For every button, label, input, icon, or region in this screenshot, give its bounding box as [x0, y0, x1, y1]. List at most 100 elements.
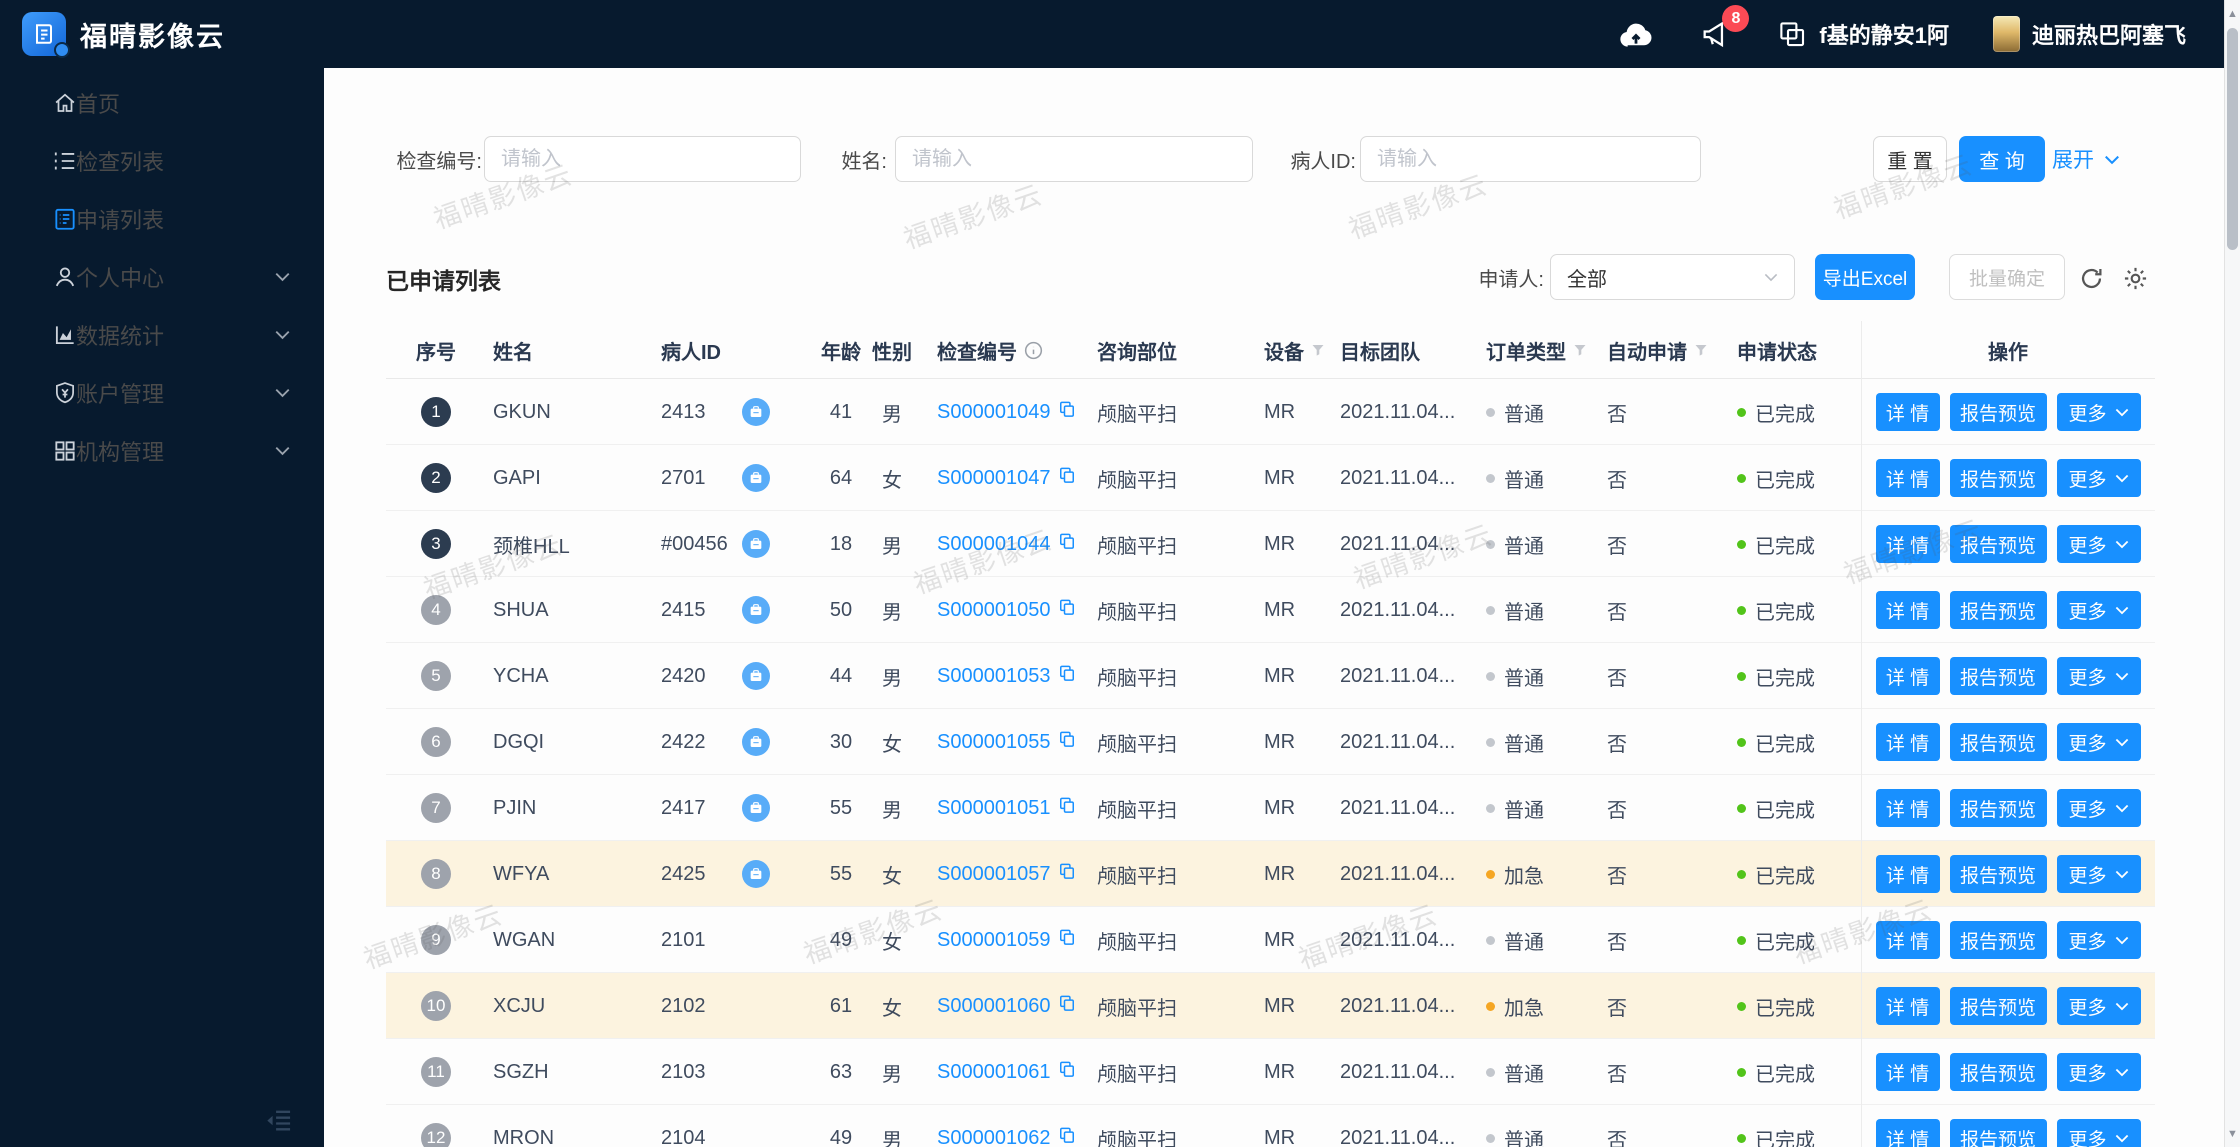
filter-funnel-icon[interactable] — [1573, 344, 1587, 357]
more-button[interactable]: 更多 — [2056, 789, 2141, 827]
copy-icon[interactable] — [1057, 531, 1077, 557]
more-button[interactable]: 更多 — [2056, 1053, 2141, 1091]
patient-card-icon[interactable] — [742, 464, 770, 492]
sidebar-item-机构管理[interactable]: 机构管理 — [0, 422, 324, 480]
name-input[interactable] — [895, 136, 1253, 182]
user-menu[interactable]: 迪丽热巴阿塞飞 — [1992, 16, 2186, 52]
detail-button[interactable]: 详 情 — [1875, 855, 1940, 893]
copy-icon[interactable] — [1057, 465, 1077, 491]
scroll-up-arrow[interactable]: ▲ — [2225, 8, 2240, 20]
cloud-upload-icon[interactable] — [1617, 19, 1655, 49]
sidebar-item-首页[interactable]: 首页 — [0, 74, 324, 132]
report-preview-button[interactable]: 报告预览 — [1949, 393, 2047, 431]
detail-button[interactable]: 详 情 — [1875, 525, 1940, 563]
patient-card-icon[interactable] — [742, 860, 770, 888]
sidebar-item-账户管理[interactable]: 账户管理 — [0, 364, 324, 422]
detail-button[interactable]: 详 情 — [1875, 789, 1940, 827]
sidebar-item-数据统计[interactable]: 数据统计 — [0, 306, 324, 364]
info-circle-icon[interactable] — [1024, 341, 1043, 360]
exam-no-input[interactable] — [484, 136, 801, 182]
more-button[interactable]: 更多 — [2056, 591, 2141, 629]
expand-link[interactable]: 展开 — [2052, 136, 2120, 182]
detail-button[interactable]: 详 情 — [1875, 987, 1940, 1025]
sidebar-item-申请列表[interactable]: 申请列表 — [0, 190, 324, 248]
exam-no-link[interactable]: S000001049 — [937, 399, 1077, 425]
filter-funnel-icon[interactable] — [1311, 344, 1325, 357]
patient-card-icon[interactable] — [742, 662, 770, 690]
more-button[interactable]: 更多 — [2056, 525, 2141, 563]
copy-icon[interactable] — [1057, 399, 1077, 425]
detail-button[interactable]: 详 情 — [1875, 657, 1940, 695]
more-button[interactable]: 更多 — [2056, 855, 2141, 893]
report-preview-button[interactable]: 报告预览 — [1949, 855, 2047, 893]
exam-no-link[interactable]: S000001044 — [937, 531, 1077, 557]
exam-no-link[interactable]: S000001062 — [937, 1125, 1077, 1147]
refresh-icon[interactable] — [2077, 264, 2105, 292]
copy-icon[interactable] — [1057, 1125, 1077, 1147]
exam-no-link[interactable]: S000001057 — [937, 861, 1077, 887]
report-preview-button[interactable]: 报告预览 — [1949, 987, 2047, 1025]
more-button[interactable]: 更多 — [2056, 723, 2141, 761]
patient-card-icon[interactable] — [742, 596, 770, 624]
more-button[interactable]: 更多 — [2056, 1119, 2141, 1147]
more-button[interactable]: 更多 — [2056, 657, 2141, 695]
settings-gear-icon[interactable] — [2121, 264, 2149, 292]
report-preview-button[interactable]: 报告预览 — [1949, 1119, 2047, 1147]
scrollbar-thumb[interactable] — [2227, 28, 2238, 250]
exam-no-link[interactable]: S000001059 — [937, 927, 1077, 953]
sidebar-item-个人中心[interactable]: 个人中心 — [0, 248, 324, 306]
report-preview-button[interactable]: 报告预览 — [1949, 921, 2047, 959]
patient-card-icon[interactable] — [742, 728, 770, 756]
more-button[interactable]: 更多 — [2056, 393, 2141, 431]
copy-icon[interactable] — [1057, 861, 1077, 887]
exam-no-link[interactable]: S000001053 — [937, 663, 1077, 689]
patient-card-icon[interactable] — [742, 530, 770, 558]
more-button[interactable]: 更多 — [2056, 459, 2141, 497]
report-preview-button[interactable]: 报告预览 — [1949, 657, 2047, 695]
patient-card-icon[interactable] — [742, 794, 770, 822]
more-button[interactable]: 更多 — [2056, 921, 2141, 959]
detail-button[interactable]: 详 情 — [1875, 1119, 1940, 1147]
exam-no-link[interactable]: S000001061 — [937, 1059, 1077, 1085]
copy-icon[interactable] — [1057, 597, 1077, 623]
patient-id-input[interactable] — [1360, 136, 1701, 182]
report-preview-button[interactable]: 报告预览 — [1949, 723, 2047, 761]
report-preview-button[interactable]: 报告预览 — [1949, 459, 2047, 497]
detail-button[interactable]: 详 情 — [1875, 591, 1940, 629]
announcement-icon[interactable]: 8 — [1699, 5, 1750, 51]
query-button[interactable]: 查 询 — [1959, 136, 2045, 182]
vertical-scrollbar[interactable]: ▲ ▼ — [2224, 0, 2240, 1147]
exam-no-link[interactable]: S000001051 — [937, 795, 1077, 821]
copy-icon[interactable] — [1057, 663, 1077, 689]
exam-no-text: S000001062 — [937, 1126, 1051, 1147]
copy-icon[interactable] — [1057, 993, 1077, 1019]
exam-no-link[interactable]: S000001050 — [937, 597, 1077, 623]
report-preview-button[interactable]: 报告预览 — [1949, 525, 2047, 563]
copy-icon[interactable] — [1057, 927, 1077, 953]
sidebar-item-检查列表[interactable]: 检查列表 — [0, 132, 324, 190]
detail-button[interactable]: 详 情 — [1875, 921, 1940, 959]
sidebar-collapse-icon[interactable] — [262, 1105, 296, 1135]
detail-button[interactable]: 详 情 — [1875, 723, 1940, 761]
applicant-select[interactable]: 全部 — [1550, 254, 1795, 300]
report-preview-button[interactable]: 报告预览 — [1949, 591, 2047, 629]
export-excel-button[interactable]: 导出Excel — [1815, 254, 1915, 300]
detail-button[interactable]: 详 情 — [1875, 393, 1940, 431]
patient-card-icon[interactable] — [742, 398, 770, 426]
detail-button[interactable]: 详 情 — [1875, 1053, 1940, 1091]
reset-button[interactable]: 重 置 — [1873, 136, 1947, 182]
copy-icon[interactable] — [1057, 729, 1077, 755]
report-preview-button[interactable]: 报告预览 — [1949, 789, 2047, 827]
exam-no-link[interactable]: S000001047 — [937, 465, 1077, 491]
scroll-down-arrow[interactable]: ▼ — [2225, 1128, 2240, 1140]
org-switcher[interactable]: f基的静安1阿 — [1777, 18, 1949, 50]
filter-funnel-icon[interactable] — [1694, 344, 1708, 357]
report-preview-button[interactable]: 报告预览 — [1949, 1053, 2047, 1091]
batch-confirm-button[interactable]: 批量确定 — [1949, 254, 2065, 300]
copy-icon[interactable] — [1057, 795, 1077, 821]
exam-no-link[interactable]: S000001055 — [937, 729, 1077, 755]
more-button[interactable]: 更多 — [2056, 987, 2141, 1025]
exam-no-link[interactable]: S000001060 — [937, 993, 1077, 1019]
detail-button[interactable]: 详 情 — [1875, 459, 1940, 497]
copy-icon[interactable] — [1057, 1059, 1077, 1085]
